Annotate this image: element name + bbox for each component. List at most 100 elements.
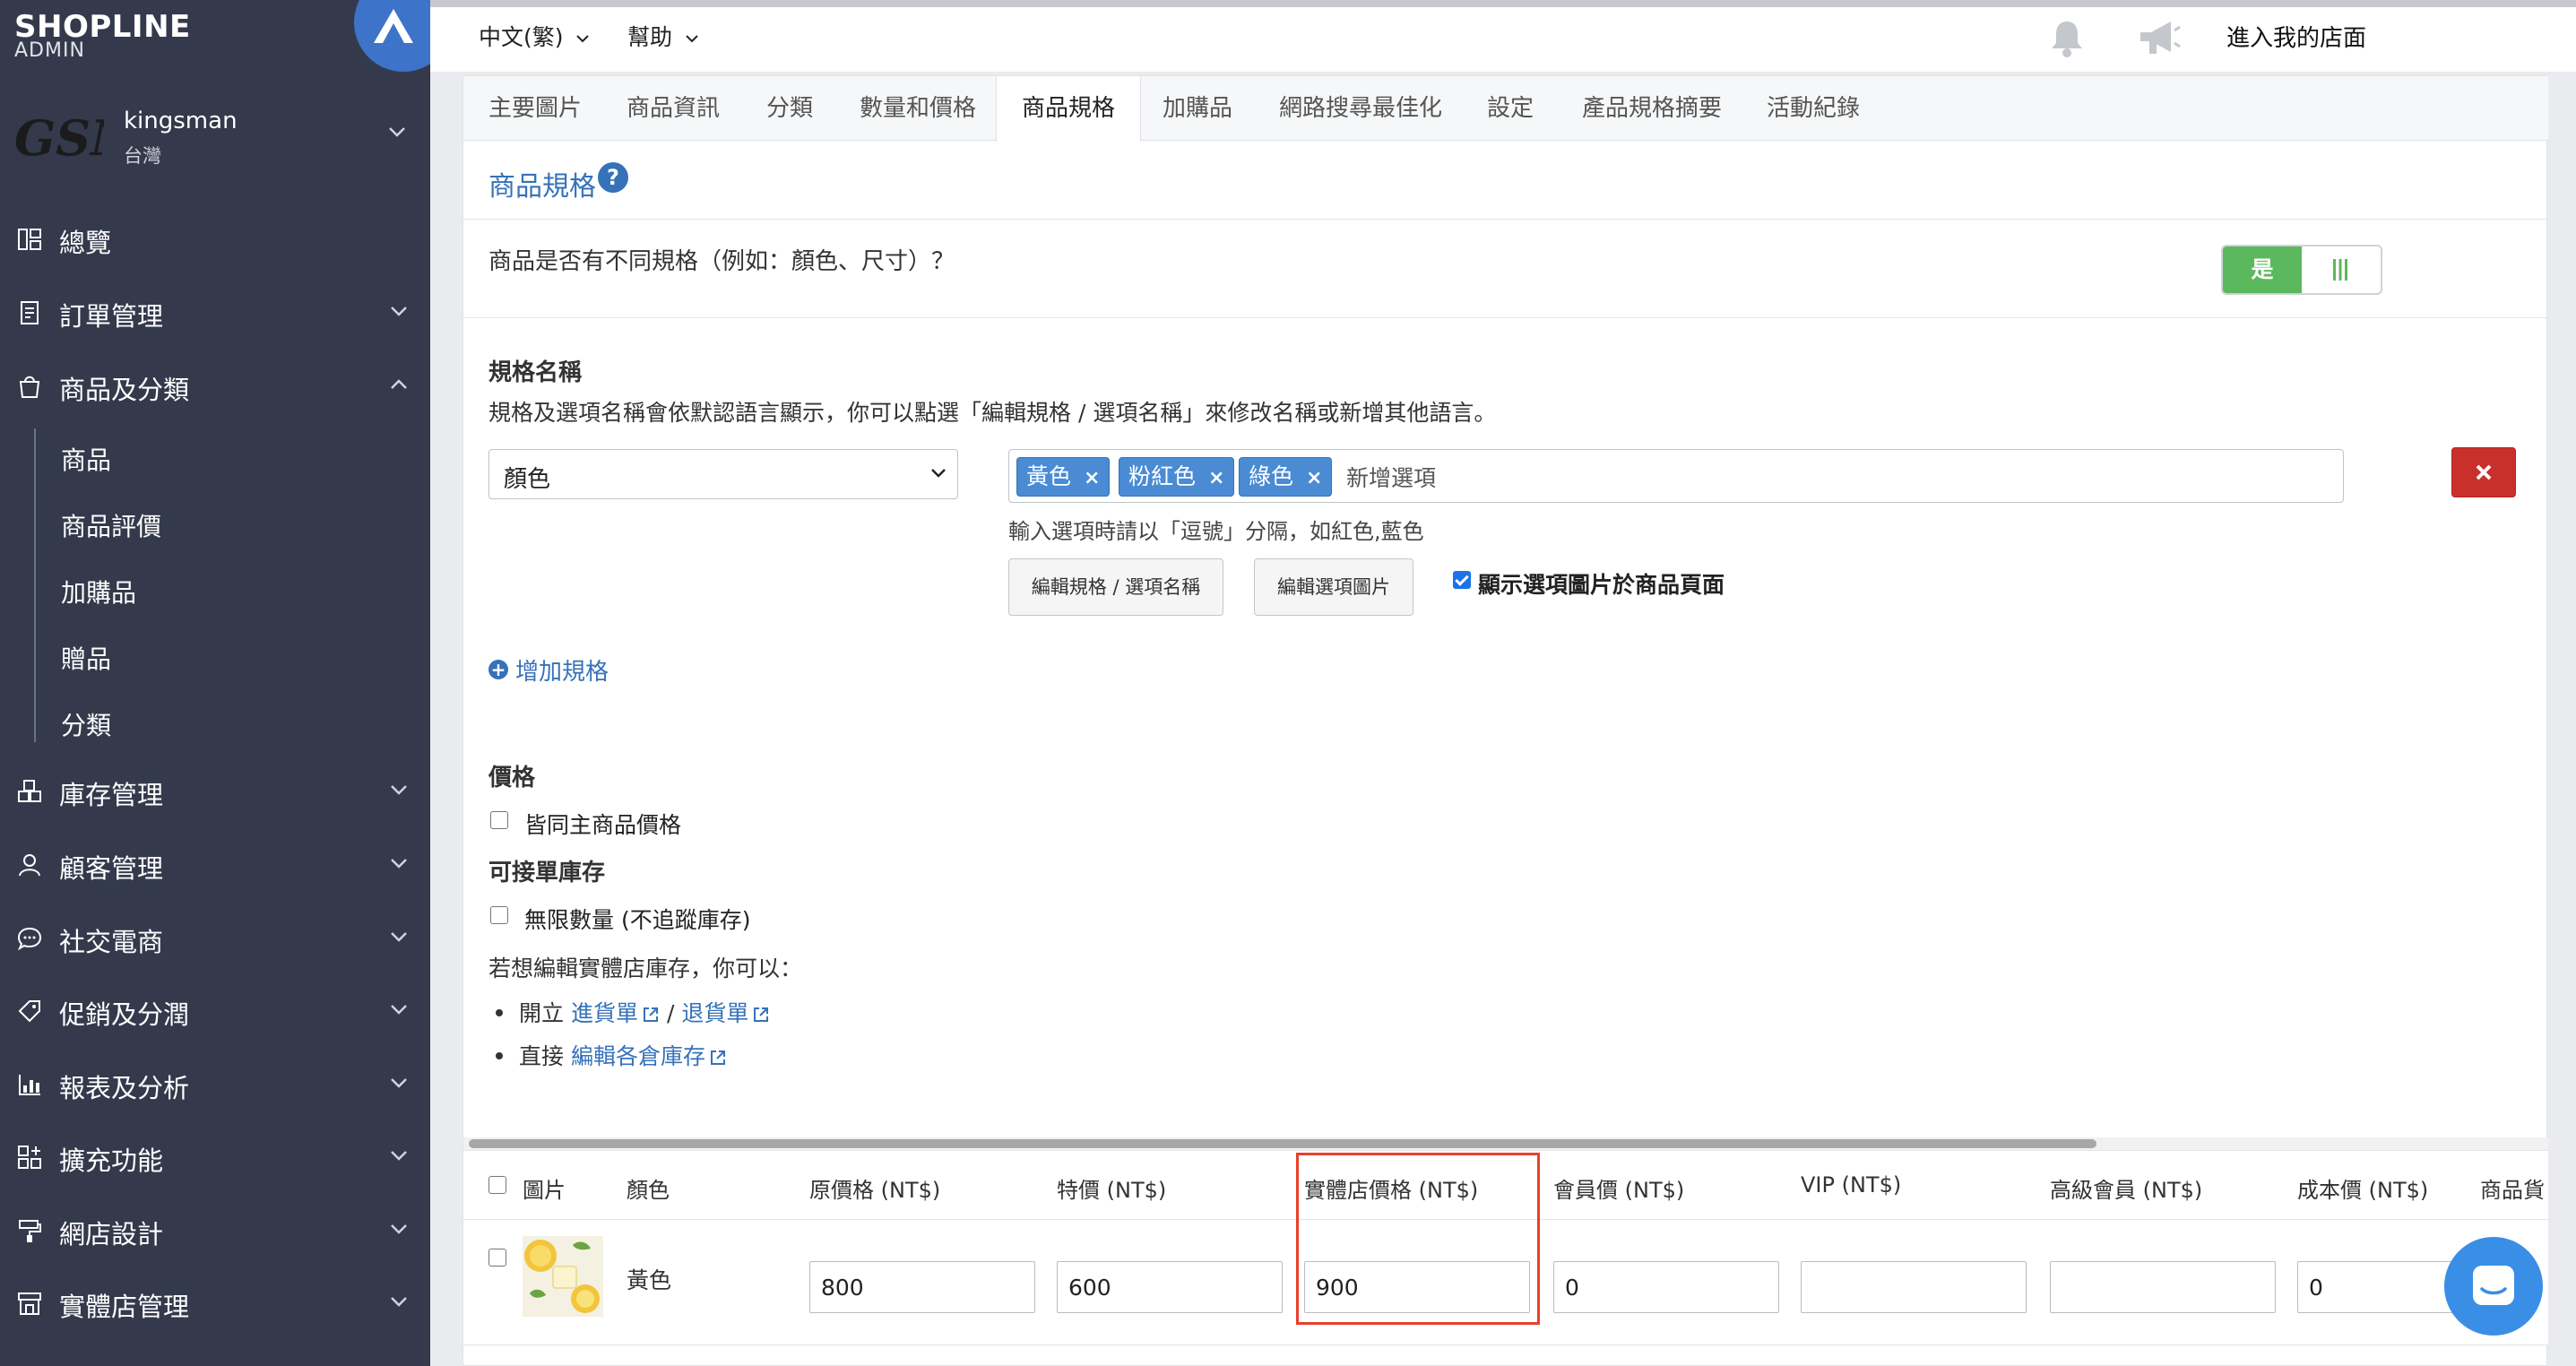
purchase-order-link[interactable]: 進貨單 [571,1000,660,1026]
sidebar-item-apps[interactable]: 擴充功能 [0,1128,430,1185]
show-images-label: 顯示選項圖片於商品頁面 [1478,572,1725,598]
option-tag: 粉紅色 × [1119,457,1235,497]
sale-price-input[interactable]: 600 [1057,1261,1283,1313]
option-tag-label: 綠色 [1249,463,1294,489]
open-prefix: 開立 [519,1000,565,1026]
direct-prefix: 直接 [519,1043,565,1069]
sidebar-item-overview[interactable]: 總覽 [0,210,430,267]
sidebar-item-products[interactable]: 商品及分類 [0,357,430,414]
receipt-icon [21,301,39,324]
tab-seo[interactable]: 網路搜尋最佳化 [1254,76,1467,141]
sidebar-item-design[interactable]: 網店設計 [0,1201,430,1258]
shopping-bag-icon [19,376,40,398]
return-order-label: 退貨單 [681,1000,749,1026]
add-spec-link[interactable]: 增加規格 [515,653,609,687]
tab-main-images[interactable]: 主要圖片 [463,76,607,141]
option-tags-input[interactable]: 黃色 × 粉紅色 × 綠色 × 新增選項 [1008,449,2344,503]
horizontal-scrollbar[interactable] [463,1137,2548,1150]
external-link-icon [643,1007,658,1022]
sidebar-item-label: 網店設計 [59,1219,164,1249]
scrollbar-thumb[interactable] [469,1139,2096,1148]
new-option-input[interactable]: 新增選項 [1346,461,1436,493]
storefront-icon [18,1293,41,1315]
edit-names-button[interactable]: 編輯規格 / 選項名稱 [1008,558,1223,616]
delete-spec-button[interactable] [2451,447,2516,497]
remove-tag-icon[interactable]: × [1084,467,1100,489]
bar-chart-icon [19,1075,40,1095]
chat-icon [2473,1266,2514,1305]
sidebar-subitem-categories[interactable]: 分類 [61,706,111,742]
same-price-checkbox[interactable] [490,811,508,829]
user-icon [19,854,40,877]
tab-quantity-price[interactable]: 數量和價格 [834,76,1001,141]
language-label: 中文(繁) [479,24,564,50]
chevron-down-icon [391,1078,407,1088]
edit-images-button[interactable]: 編輯選項圖片 [1254,558,1413,616]
tab-categories[interactable]: 分類 [741,76,838,141]
sidebar-item-customers[interactable]: 顧客管理 [0,835,430,893]
column-header-sale-price: 特價 (NT$) [1057,1178,1167,1203]
variant-thumbnail[interactable] [523,1236,603,1317]
sidebar-item-social[interactable]: 社交電商 [0,909,430,966]
unlimited-stock-checkbox[interactable] [490,906,508,924]
sidebar-item-label: 實體店管理 [59,1292,190,1322]
chevron-down-icon [391,307,407,316]
edit-warehouse-link[interactable]: 編輯各倉庫存 [571,1043,727,1069]
sidebar-item-label: 庫存管理 [59,780,164,810]
tab-activity-log[interactable]: 活動紀錄 [1742,76,1885,141]
select-all-checkbox[interactable] [488,1176,506,1194]
enter-store-link[interactable]: 進入我的店面 [2226,20,2366,53]
remove-tag-icon[interactable]: × [1306,467,1322,489]
return-order-link[interactable]: 退貨單 [681,1000,770,1026]
store-switcher[interactable]: GSM kingsman 台灣 [0,90,430,188]
sidebar-item-label: 社交電商 [59,927,164,957]
submenu-guide-line [34,428,36,742]
sidebar-subitem-reviews[interactable]: 商品評價 [61,507,161,543]
sidebar-subitem-addons[interactable]: 加購品 [61,574,136,610]
sidebar-item-inventory[interactable]: 庫存管理 [0,762,430,819]
chevron-down-icon [576,35,590,43]
show-images-checkbox[interactable] [1453,571,1471,589]
original-price-input[interactable]: 800 [809,1261,1035,1313]
row-checkbox[interactable] [488,1249,506,1267]
tab-variations[interactable]: 商品規格 [996,76,1142,142]
member-price-input[interactable]: 0 [1553,1261,1779,1313]
help-circle-icon[interactable]: ? [598,162,628,193]
sidebar-subitem-gifts[interactable]: 贈品 [61,640,111,676]
chevron-down-icon [391,1224,407,1234]
chevron-down-icon [686,35,698,43]
tab-addons[interactable]: 加購品 [1137,76,1258,141]
notification-bell-icon[interactable] [2048,18,2086,59]
announcement-megaphone-icon[interactable] [2137,18,2182,59]
bullet [496,1052,503,1059]
warehouse-line: 直接 編輯各倉庫存 [519,1039,727,1071]
sidebar-subitem-products[interactable]: 商品 [61,441,111,477]
vip-price-input[interactable] [1801,1261,2027,1313]
option-tag-label: 黃色 [1026,463,1072,489]
column-header-member-price: 會員價 (NT$) [1553,1178,1685,1203]
premium-price-input[interactable] [2050,1261,2276,1313]
retail-price-highlight [1296,1153,1540,1325]
help-menu[interactable]: 幫助 [627,20,699,52]
sidebar-item-promotions[interactable]: 促銷及分潤 [0,981,430,1039]
purchase-order-label: 進貨單 [570,1000,638,1026]
paint-roller-icon [19,1220,41,1242]
lemon-photo-icon [523,1236,603,1317]
chevron-down-icon [391,1297,407,1307]
tab-product-info[interactable]: 商品資訊 [601,76,745,141]
language-menu[interactable]: 中文(繁) [479,20,590,52]
chat-launcher[interactable] [2444,1237,2543,1336]
option-tag: 綠色 × [1239,457,1333,497]
spec-name-label: 規格名稱 [488,359,583,386]
sidebar-item-retail[interactable]: 實體店管理 [0,1274,430,1331]
column-header-premium-price: 高級會員 (NT$) [2050,1178,2203,1203]
spec-type-select[interactable]: 顏色 [488,449,958,499]
remove-tag-icon[interactable]: × [1208,467,1224,489]
tab-settings[interactable]: 設定 [1462,76,1559,141]
tab-spec-summary[interactable]: 產品規格摘要 [1557,76,1747,141]
sidebar-item-orders[interactable]: 訂單管理 [0,283,430,341]
variation-toggle[interactable]: 是 [2221,245,2382,295]
sidebar-item-reports[interactable]: 報表及分析 [0,1055,430,1112]
brand-logo[interactable]: SHOPLINE ADMIN [0,0,430,72]
sidebar-collapse-toggle[interactable] [354,0,430,72]
